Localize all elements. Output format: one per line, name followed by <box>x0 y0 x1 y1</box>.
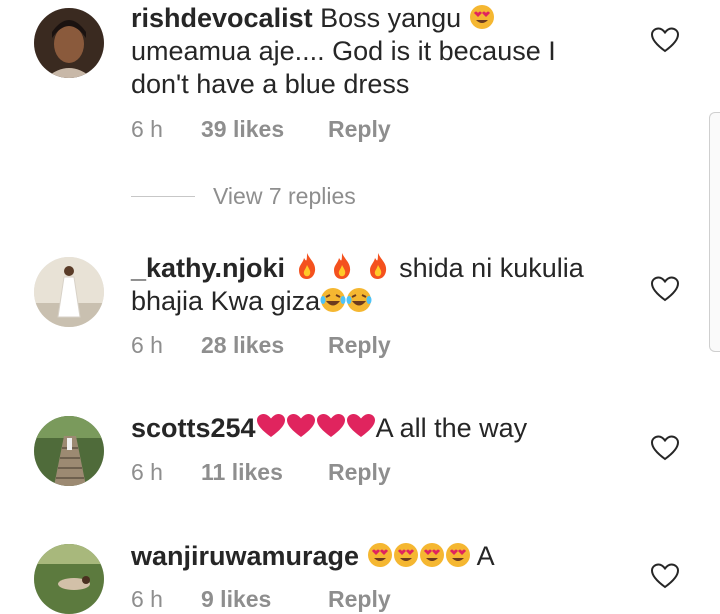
avatar-woman-white-dress-icon <box>34 257 104 327</box>
likes-count[interactable]: 39 likes <box>201 116 328 143</box>
comment-text-continued: umeamua aje.... God is it because I don'… <box>131 36 556 99</box>
comment-meta: 6 h 39 likes Reply <box>131 116 391 143</box>
likes-count[interactable]: 9 likes <box>201 586 328 613</box>
comment-text: A all the way <box>375 413 528 443</box>
view-replies-label[interactable]: View 7 replies <box>213 183 356 210</box>
comment-meta: 6 h 9 likes Reply <box>131 586 391 613</box>
red-heart-emoji-icon <box>346 414 375 437</box>
like-heart-icon[interactable] <box>650 275 680 303</box>
avatar[interactable] <box>34 544 104 614</box>
like-heart-icon[interactable] <box>650 26 680 54</box>
reply-button[interactable]: Reply <box>328 116 391 143</box>
reply-button[interactable]: Reply <box>328 586 391 613</box>
red-heart-emoji-icon <box>256 414 285 437</box>
reply-button[interactable]: Reply <box>328 332 391 359</box>
comment-body: rishdevocalist Boss yangu umeamua aje...… <box>131 2 611 101</box>
comment-meta: 6 h 11 likes Reply <box>131 459 391 486</box>
avatar-woman-portrait-icon <box>34 8 104 78</box>
comment-time: 6 h <box>131 459 163 485</box>
avatar[interactable] <box>34 416 104 486</box>
avatar[interactable] <box>34 257 104 327</box>
comment-username[interactable]: _kathy.njoki <box>131 253 285 283</box>
comment-body: _kathy.njoki shida ni kukulia bhajia Kwa… <box>131 252 611 318</box>
reply-button[interactable]: Reply <box>328 459 391 486</box>
scrollbar[interactable] <box>709 112 720 352</box>
view-replies-divider <box>131 196 195 197</box>
heart-eyes-emoji-icon <box>469 5 494 29</box>
comment-text: Boss yangu <box>320 3 462 33</box>
tears-of-joy-emoji-icon <box>346 288 372 312</box>
fire-emoji-icon <box>298 253 315 279</box>
heart-eyes-emoji-icon <box>367 543 392 567</box>
like-heart-icon[interactable] <box>650 434 680 462</box>
comment-meta: 6 h 28 likes Reply <box>131 332 391 359</box>
like-heart-icon[interactable] <box>650 562 680 590</box>
comment-username[interactable]: wanjiruwamurage <box>131 541 359 571</box>
heart-eyes-emoji-icon <box>445 543 470 567</box>
heart-eyes-emoji-icon <box>393 543 418 567</box>
likes-count[interactable]: 11 likes <box>201 459 328 486</box>
heart-eyes-emoji-icon <box>419 543 444 567</box>
comment-body: wanjiruwamurage A <box>131 540 611 573</box>
tears-of-joy-emoji-icon <box>320 288 346 312</box>
likes-count[interactable]: 28 likes <box>201 332 328 359</box>
view-replies-button[interactable]: View 7 replies <box>131 183 356 210</box>
avatar[interactable] <box>34 8 104 78</box>
comment-time: 6 h <box>131 332 163 358</box>
avatar-stairs-garden-icon <box>34 416 104 486</box>
fire-emoji-icon <box>369 253 386 279</box>
fire-emoji-icon <box>334 253 351 279</box>
red-heart-emoji-icon <box>316 414 345 437</box>
comment-time: 6 h <box>131 116 163 142</box>
comment-username[interactable]: rishdevocalist <box>131 3 313 33</box>
comment-text: A <box>476 541 495 571</box>
avatar-lawn-outdoor-icon <box>34 544 104 614</box>
comment-body: scotts254 A all the way <box>131 412 611 445</box>
comment-time: 6 h <box>131 586 163 612</box>
comment-username[interactable]: scotts254 <box>131 413 256 443</box>
red-heart-emoji-icon <box>286 414 315 437</box>
